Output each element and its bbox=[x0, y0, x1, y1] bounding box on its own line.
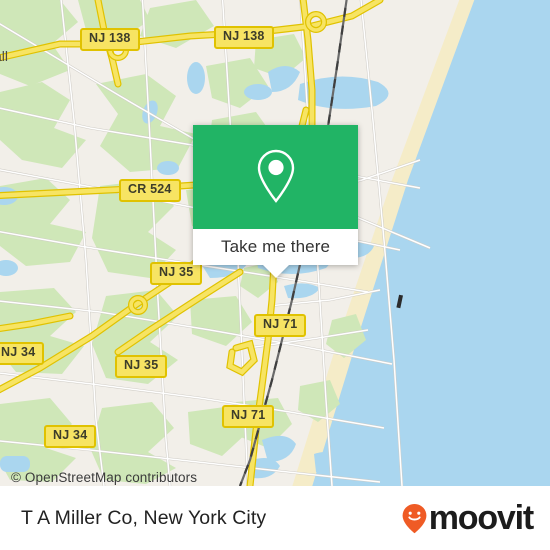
road-shield-nj34-south[interactable]: NJ 34 bbox=[44, 425, 97, 448]
road-shield-nj138-west[interactable]: NJ 138 bbox=[80, 28, 140, 51]
road-shield-nj35-north[interactable]: NJ 35 bbox=[150, 262, 203, 285]
popup-icon-area bbox=[193, 125, 358, 229]
moovit-logo[interactable]: moovit bbox=[401, 499, 534, 537]
take-me-there-button[interactable]: Take me there bbox=[193, 229, 358, 265]
road-shield-nj71-north[interactable]: NJ 71 bbox=[254, 314, 307, 337]
moovit-pin-icon bbox=[402, 503, 427, 533]
clipped-place-label: all bbox=[0, 48, 9, 64]
road-shield-cr524[interactable]: CR 524 bbox=[119, 179, 181, 202]
screenshot-root: all NJ 138 NJ 138 CR 524 NJ 35 NJ 71 NJ … bbox=[0, 0, 550, 550]
map-canvas[interactable]: all NJ 138 NJ 138 CR 524 NJ 35 NJ 71 NJ … bbox=[0, 0, 550, 486]
road-shield-nj35-south[interactable]: NJ 35 bbox=[115, 355, 168, 378]
osm-attribution[interactable]: © OpenStreetMap contributors bbox=[11, 470, 197, 485]
road-shield-nj34-north[interactable]: NJ 34 bbox=[0, 342, 45, 365]
moovit-wordmark: moovit bbox=[428, 499, 534, 537]
place-name-label: T A Miller Co, New York City bbox=[21, 506, 267, 529]
footer-bar: T A Miller Co, New York City moovit bbox=[0, 486, 550, 550]
popup-pointer-tail bbox=[262, 265, 289, 278]
location-popup-card[interactable]: Take me there bbox=[193, 125, 358, 278]
road-shield-nj138-east[interactable]: NJ 138 bbox=[214, 26, 274, 49]
map-pin-icon bbox=[257, 149, 294, 203]
road-shield-nj71-south[interactable]: NJ 71 bbox=[222, 405, 275, 428]
